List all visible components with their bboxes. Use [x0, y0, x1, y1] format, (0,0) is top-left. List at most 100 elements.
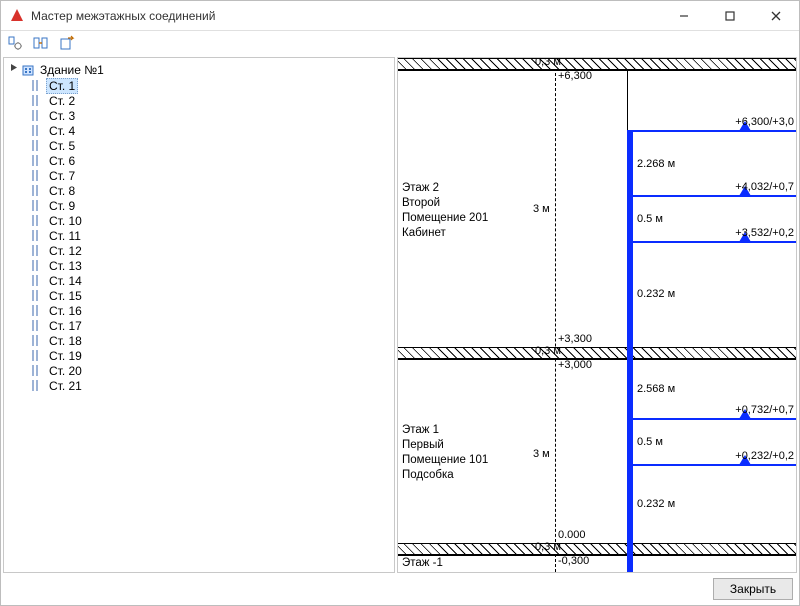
tree-leaf[interactable]: Ст. 20	[30, 363, 390, 378]
tree-leaf[interactable]: Ст. 4	[30, 123, 390, 138]
riser-icon	[32, 380, 42, 391]
tree-leaf[interactable]: Ст. 6	[30, 153, 390, 168]
slab-low	[398, 543, 796, 555]
riser-icon	[32, 185, 42, 196]
tree-leaf[interactable]: Ст. 7	[30, 168, 390, 183]
room-name: Помещение 201	[402, 211, 488, 226]
riser-icon	[32, 350, 42, 361]
app-icon	[9, 8, 25, 24]
seg-len: 0.5 м	[637, 436, 663, 448]
riser-icon	[32, 320, 42, 331]
riser-icon	[32, 245, 42, 256]
riser-seg	[627, 358, 633, 418]
tree-leaf[interactable]: Ст. 21	[30, 378, 390, 393]
riser-seg	[627, 130, 633, 195]
tree-leaf[interactable]: Ст. 2	[30, 93, 390, 108]
level-mark: +6,300	[558, 70, 592, 82]
minimize-button[interactable]	[661, 1, 707, 30]
riser-diagram: 0,3 м 0,3 м 0,3 м +6,300 +3,300 +3,000 0…	[398, 58, 796, 572]
tree-leaf-label: Ст. 13	[46, 259, 85, 273]
riser-seg	[627, 418, 796, 420]
tree-leaf-label: Ст. 4	[46, 124, 78, 138]
tree-leaf[interactable]: Ст. 9	[30, 198, 390, 213]
building-tree[interactable]: Здание №1 Ст. 1Ст. 2Ст. 3Ст. 4Ст. 5Ст. 6…	[4, 58, 394, 397]
tree-leaf[interactable]: Ст. 5	[30, 138, 390, 153]
floor1-info: Этаж 1 Первый Помещение 101 Подсобка	[402, 423, 488, 483]
riser-seg	[627, 195, 796, 197]
riser-icon	[32, 140, 42, 151]
window-title: Мастер межэтажных соединений	[31, 9, 661, 23]
tree-leaf-label: Ст. 9	[46, 199, 78, 213]
riser-seg	[627, 554, 633, 573]
tree-leaf[interactable]: Ст. 16	[30, 303, 390, 318]
floor-height: 3 м	[533, 448, 550, 460]
pair-label: +0,232/+0,2	[735, 450, 794, 462]
slab-thickness: 0,3 м	[535, 541, 561, 553]
titlebar: Мастер межэтажных соединений	[1, 1, 799, 31]
level-mark: +3,300	[558, 333, 592, 345]
tree-leaf[interactable]: Ст. 11	[30, 228, 390, 243]
tree-leaf[interactable]: Ст. 1	[30, 78, 390, 93]
line	[398, 347, 796, 348]
riser-icon	[32, 335, 42, 346]
tree-leaf-label: Ст. 16	[46, 304, 85, 318]
riser-icon	[32, 95, 42, 106]
tree-root-label[interactable]: Здание №1	[38, 62, 106, 78]
tree-leaf[interactable]: Ст. 17	[30, 318, 390, 333]
expand-toggle-icon[interactable]	[8, 62, 20, 78]
diagram-pane[interactable]: 0,3 м 0,3 м 0,3 м +6,300 +3,300 +3,000 0…	[397, 57, 797, 573]
seg-len: 0.5 м	[637, 213, 663, 225]
toolbar-node-settings-icon[interactable]	[5, 33, 25, 53]
tree-leaf-label: Ст. 5	[46, 139, 78, 153]
riser-seg	[627, 464, 633, 554]
riser-icon	[32, 260, 42, 271]
tree-leaf[interactable]: Ст. 3	[30, 108, 390, 123]
maximize-button[interactable]	[707, 1, 753, 30]
tree-leaf[interactable]: Ст. 13	[30, 258, 390, 273]
tree-leaf-label: Ст. 19	[46, 349, 85, 363]
tree-leaf-label: Ст. 18	[46, 334, 85, 348]
tree-leaf[interactable]: Ст. 14	[30, 273, 390, 288]
floor-alias: Первый	[402, 438, 488, 453]
tree-leaf[interactable]: Ст. 18	[30, 333, 390, 348]
tree-leaf-label: Ст. 12	[46, 244, 85, 258]
riser-icon	[32, 305, 42, 316]
pair-label: +3,532/+0,2	[735, 227, 794, 239]
seg-len: 0.232 м	[637, 498, 675, 510]
line	[398, 359, 796, 360]
tree-leaf-label: Ст. 3	[46, 109, 78, 123]
floor-height: 3 м	[533, 203, 550, 215]
tree-leaf-label: Ст. 10	[46, 214, 85, 228]
line	[398, 543, 796, 544]
room-alias: Подсобка	[402, 468, 488, 483]
riser-icon	[32, 125, 42, 136]
tree-leaf-label: Ст. 11	[46, 229, 84, 243]
tree-leaf[interactable]: Ст. 19	[30, 348, 390, 363]
toolbar-layout-icon[interactable]	[31, 33, 51, 53]
riser-icon	[32, 215, 42, 226]
basement-info: Этаж -1 Подвал Помещение 001 Подвал	[402, 556, 488, 573]
riser-seg	[627, 241, 796, 243]
tree-leaf-label: Ст. 7	[46, 169, 78, 183]
tree-leaf[interactable]: Ст. 8	[30, 183, 390, 198]
riser-icon	[32, 200, 42, 211]
toolbar	[1, 31, 799, 55]
close-dialog-button[interactable]: Закрыть	[713, 578, 793, 600]
tree-leaf[interactable]: Ст. 12	[30, 243, 390, 258]
riser-icon	[32, 155, 42, 166]
tree-root-row[interactable]: Здание №1	[8, 62, 390, 78]
room-name: Помещение 101	[402, 453, 488, 468]
tree-pane[interactable]: Здание №1 Ст. 1Ст. 2Ст. 3Ст. 4Ст. 5Ст. 6…	[3, 57, 395, 573]
floor-name: Этаж 2	[402, 181, 488, 196]
close-button[interactable]	[753, 1, 799, 30]
tree-leaf[interactable]: Ст. 10	[30, 213, 390, 228]
tree-leaf[interactable]: Ст. 15	[30, 288, 390, 303]
riser-seg	[627, 418, 633, 464]
toolbar-export-icon[interactable]	[57, 33, 77, 53]
riser-icon	[32, 290, 42, 301]
floor-name: Этаж -1	[402, 556, 488, 571]
tree-leaf-label: Ст. 15	[46, 289, 85, 303]
level-mark: +3,000	[558, 359, 592, 371]
room-alias: Кабинет	[402, 226, 488, 241]
riser-seg	[627, 464, 796, 466]
